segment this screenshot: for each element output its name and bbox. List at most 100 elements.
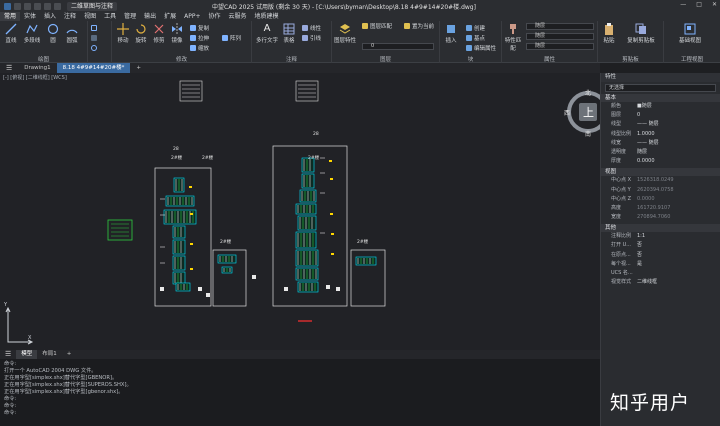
layer-properties-tool[interactable]: 图层特性 bbox=[334, 23, 356, 44]
property-value[interactable]: ■随层 bbox=[637, 102, 720, 111]
property-row[interactable]: 宽度 270894.7060 bbox=[601, 213, 720, 222]
app-logo-icon[interactable] bbox=[4, 2, 11, 10]
edit-attr-tool[interactable]: 编辑属性 bbox=[466, 44, 496, 52]
yellow-tag[interactable] bbox=[330, 178, 333, 180]
property-value[interactable]: 否 bbox=[637, 251, 720, 260]
open-file-icon[interactable] bbox=[24, 2, 31, 10]
ribbon-tab-3[interactable]: 注释 bbox=[60, 12, 80, 21]
layout-menu-icon[interactable]: ☰ bbox=[0, 350, 16, 359]
property-value[interactable]: 161720.9107 bbox=[637, 204, 720, 213]
equipment-block[interactable] bbox=[297, 215, 317, 231]
property-row[interactable]: 视觉样式 二维线框 bbox=[601, 278, 720, 287]
yellow-tag[interactable] bbox=[190, 243, 193, 245]
scale-tool[interactable]: 缩放 bbox=[190, 44, 209, 52]
array-tool[interactable]: 阵列 bbox=[222, 34, 241, 42]
compass-north[interactable]: 北 bbox=[585, 88, 591, 97]
ribbon-tab-6[interactable]: 管理 bbox=[120, 12, 140, 21]
rectangle-icon[interactable] bbox=[91, 25, 99, 32]
insert-tool[interactable]: 插入 bbox=[442, 23, 460, 44]
property-value[interactable]: 1.0000 bbox=[637, 130, 720, 139]
property-value[interactable]: 是 bbox=[637, 260, 720, 269]
yellow-tag[interactable] bbox=[331, 253, 334, 255]
table-tool[interactable]: 表格 bbox=[281, 23, 297, 44]
ribbon-tab-11[interactable]: 云服务 bbox=[225, 12, 251, 21]
polyline-tool[interactable]: 多段线 bbox=[21, 23, 43, 44]
match-props-tool[interactable]: 特性匹配 bbox=[504, 23, 522, 52]
property-row[interactable]: 中心点 X 1526318.0249 bbox=[601, 176, 720, 185]
equipment-block[interactable] bbox=[217, 254, 237, 264]
property-value[interactable]: —— 随层 bbox=[637, 120, 720, 129]
save-icon[interactable] bbox=[34, 2, 41, 10]
circle-tool[interactable]: 圆 bbox=[45, 23, 61, 44]
property-value[interactable]: 1526318.0249 bbox=[637, 176, 720, 185]
create-block-tool[interactable]: 创建 bbox=[466, 24, 485, 32]
set-current-tool[interactable]: 置为当前 bbox=[404, 22, 434, 30]
property-value[interactable]: 270894.7060 bbox=[637, 213, 720, 222]
viewport-controls-label[interactable]: [-] [俯视] [二维线框] [WCS] bbox=[3, 74, 67, 81]
ribbon-tab-9[interactable]: APP+ bbox=[180, 12, 204, 21]
arc-tool[interactable]: 圆弧 bbox=[63, 23, 81, 44]
marker-square[interactable] bbox=[160, 287, 164, 291]
ribbon-tab-12[interactable]: 地质建模 bbox=[251, 12, 283, 21]
property-row[interactable]: 图层 0 bbox=[601, 111, 720, 120]
copy-tool[interactable]: 复制 bbox=[190, 24, 209, 32]
paste-tool[interactable]: 粘贴 bbox=[600, 23, 618, 44]
workspace-selector[interactable]: 二维草图与注释 bbox=[67, 1, 118, 11]
layout-tab-1[interactable]: 布局1 bbox=[37, 350, 62, 359]
property-row[interactable]: UCS 名... bbox=[601, 269, 720, 278]
legend-block[interactable] bbox=[107, 219, 133, 241]
linear-dim-tool[interactable]: 线性 bbox=[302, 24, 321, 32]
redo-icon[interactable] bbox=[54, 2, 61, 10]
marker-square[interactable] bbox=[336, 287, 340, 291]
property-value[interactable]: 否 bbox=[637, 241, 720, 250]
leader-tool[interactable]: 引线 bbox=[302, 34, 321, 42]
drawing-canvas[interactable]: 28 28 2#楼 2#楼 2#楼 2#楼 2#楼 bbox=[0, 73, 600, 350]
property-value[interactable]: 0 bbox=[637, 111, 720, 120]
property-row[interactable]: 中心点 Y 2620394.0758 bbox=[601, 186, 720, 195]
marker-square[interactable] bbox=[198, 287, 202, 291]
rotate-tool[interactable]: 旋转 bbox=[133, 23, 149, 44]
property-value[interactable]: —— 随层 bbox=[637, 139, 720, 148]
basic-section-header[interactable]: 基本 bbox=[601, 94, 720, 102]
misc-section-header[interactable]: 其他 bbox=[601, 224, 720, 233]
property-row[interactable]: 在原点... 否 bbox=[601, 251, 720, 260]
ribbon-tab-8[interactable]: 扩展 bbox=[160, 12, 180, 21]
property-value[interactable]: 二维线框 bbox=[637, 278, 720, 287]
command-history[interactable]: 命令: 打开一个 AutoCAD 2004 DWG 文件。 正在用字型[simple… bbox=[0, 359, 600, 426]
property-row[interactable]: 中心点 Z 0.0000 bbox=[601, 195, 720, 204]
document-tab-1[interactable]: 8.18 4#9#14#20#楼* bbox=[56, 63, 131, 73]
ribbon-tab-7[interactable]: 输出 bbox=[140, 12, 160, 21]
marker-square[interactable] bbox=[252, 275, 256, 279]
property-value[interactable]: 2620394.0758 bbox=[637, 186, 720, 195]
ribbon-tab-1[interactable]: 实体 bbox=[20, 12, 40, 21]
document-tab-0[interactable]: Drawing1 bbox=[18, 63, 56, 73]
property-row[interactable]: 注释比例 1:1 bbox=[601, 232, 720, 241]
base-point-tool[interactable]: 基点 bbox=[466, 34, 485, 42]
stretch-tool[interactable]: 拉伸 bbox=[190, 34, 209, 42]
layer-match-tool[interactable]: 图层匹配 bbox=[362, 22, 392, 30]
yellow-tag[interactable] bbox=[329, 160, 332, 162]
ribbon-tab-10[interactable]: 协作 bbox=[205, 12, 225, 21]
property-row[interactable]: 颜色 ■随层 bbox=[601, 102, 720, 111]
minimize-button[interactable]: — bbox=[680, 1, 686, 8]
move-tool[interactable]: 移动 bbox=[115, 23, 131, 44]
line-tool[interactable]: 直线 bbox=[3, 23, 19, 44]
property-value[interactable]: 1:1 bbox=[637, 232, 720, 241]
selection-dropdown[interactable]: 无选择 bbox=[605, 84, 716, 92]
copy-clip-tool[interactable]: 复制剪贴板 bbox=[620, 23, 662, 44]
close-button[interactable]: ✕ bbox=[712, 1, 717, 8]
ribbon-tab-4[interactable]: 视图 bbox=[80, 12, 100, 21]
yellow-tag[interactable] bbox=[189, 186, 192, 188]
hatch-icon[interactable] bbox=[91, 35, 99, 42]
property-row[interactable]: 线型比例 1.0000 bbox=[601, 130, 720, 139]
yellow-tag[interactable] bbox=[331, 233, 334, 235]
property-value[interactable]: 0.0000 bbox=[637, 195, 720, 204]
maximize-button[interactable]: □ bbox=[696, 1, 702, 8]
property-row[interactable]: 高度 161720.9107 bbox=[601, 204, 720, 213]
marker-square[interactable] bbox=[206, 293, 210, 297]
property-row[interactable]: 透明度 随层 bbox=[601, 148, 720, 157]
drawing-svg[interactable]: 28 28 2#楼 2#楼 2#楼 2#楼 2#楼 bbox=[0, 73, 600, 350]
marker-square[interactable] bbox=[284, 287, 288, 291]
mtext-tool[interactable]: A 多行文字 bbox=[255, 23, 279, 44]
title-block[interactable] bbox=[179, 80, 203, 102]
